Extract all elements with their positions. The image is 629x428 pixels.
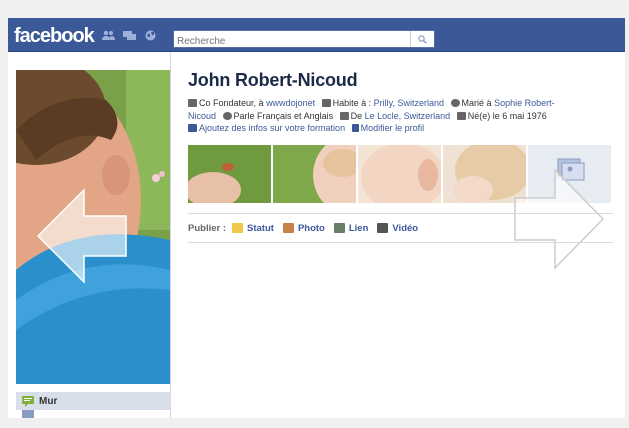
lives-link[interactable]: Prilly, Switzerland — [374, 98, 444, 108]
photo-thumb-3[interactable] — [358, 145, 441, 203]
edit-profile-link[interactable]: Modifier le profil — [361, 123, 425, 133]
work-icon — [188, 99, 197, 107]
nav-item-info[interactable] — [16, 410, 170, 418]
nav-item-wall[interactable]: Mur — [16, 392, 170, 410]
info-line-2: Nicoud Parle Français et Anglais De Le L… — [188, 110, 618, 123]
publish-status-button[interactable]: Statut — [232, 223, 274, 234]
publisher-label: Publier : — [188, 222, 227, 234]
facebook-logo[interactable]: facebook — [14, 25, 95, 48]
heart-icon — [450, 99, 460, 107]
hometown-icon — [339, 111, 349, 120]
profile-header: John Robert-Nicoud Co Fondateur, à wwwdo… — [188, 70, 618, 135]
publish-status-label: Statut — [247, 222, 274, 234]
born-text: Né(e) le 6 mai 1976 — [467, 110, 547, 121]
married-text: Marié à — [461, 98, 492, 108]
publish-photo-button[interactable]: Photo — [282, 222, 325, 234]
messages-icon[interactable] — [123, 30, 136, 41]
video-icon — [377, 223, 389, 233]
pencil-icon — [351, 124, 359, 132]
search-icon — [418, 34, 427, 44]
photo-thumb-2-image — [273, 145, 356, 203]
lives-text: Habite à : — [332, 98, 372, 108]
spouse-link-cont[interactable]: Nicoud — [188, 111, 216, 121]
spouse-link[interactable]: Sophie Robert- — [494, 98, 555, 108]
home-icon — [321, 99, 331, 107]
job-text: Co Fondateur, à — [199, 98, 264, 108]
left-navigation: Mur — [16, 392, 170, 418]
publish-photo-label: Photo — [297, 222, 325, 234]
previous-photo-arrow-icon[interactable] — [36, 188, 128, 284]
job-link[interactable]: wwwdojonet — [266, 98, 315, 108]
info-line-3: Ajoutez des infos sur votre formation Mo… — [188, 122, 618, 135]
hometown-link[interactable]: Le Locle, Switzerland — [365, 111, 451, 121]
from-text: De — [350, 110, 363, 121]
education-icon — [188, 124, 197, 132]
add-education-link[interactable]: Ajoutez des infos sur votre formation — [199, 123, 345, 133]
photo-thumb-1-image — [188, 145, 271, 203]
profile-picture[interactable] — [16, 70, 170, 384]
photo-icon — [282, 223, 294, 233]
info-line-1: Co Fondateur, à wwwdojonet Habite à : Pr… — [188, 97, 618, 110]
browser-frame: facebook Recherche Mur John Robert-Nicou… — [8, 18, 625, 418]
notifications-globe-icon[interactable] — [144, 30, 157, 41]
publish-link-label: Lien — [348, 222, 369, 234]
search-input[interactable] — [174, 33, 404, 50]
friend-requests-icon[interactable] — [102, 30, 115, 41]
photo-thumb-1[interactable] — [188, 145, 271, 203]
wall-icon — [22, 395, 34, 407]
search-box — [173, 30, 435, 50]
languages-text: Parle Français et Anglais — [233, 110, 334, 121]
publish-video-label: Vidéo — [392, 222, 419, 234]
link-icon — [333, 223, 345, 233]
birthday-icon — [456, 111, 466, 120]
nav-item-label: Mur — [39, 395, 58, 407]
publish-link-button[interactable]: Lien — [333, 222, 369, 234]
notification-jewels — [102, 30, 157, 41]
profile-info: Co Fondateur, à wwwdojonet Habite à : Pr… — [188, 97, 618, 135]
column-divider — [170, 52, 171, 418]
top-bar: facebook — [8, 18, 625, 52]
profile-name: John Robert-Nicoud — [188, 70, 358, 90]
info-icon — [22, 410, 34, 418]
globe-icon — [222, 111, 232, 120]
publish-video-button[interactable]: Vidéo — [377, 223, 418, 234]
photo-thumb-3-image — [358, 145, 441, 203]
status-icon — [232, 223, 244, 233]
search-button[interactable] — [410, 31, 434, 47]
photo-thumb-2[interactable] — [273, 145, 356, 203]
publisher-bar: Publier : Statut Photo Lien Vidéo — [188, 213, 613, 243]
